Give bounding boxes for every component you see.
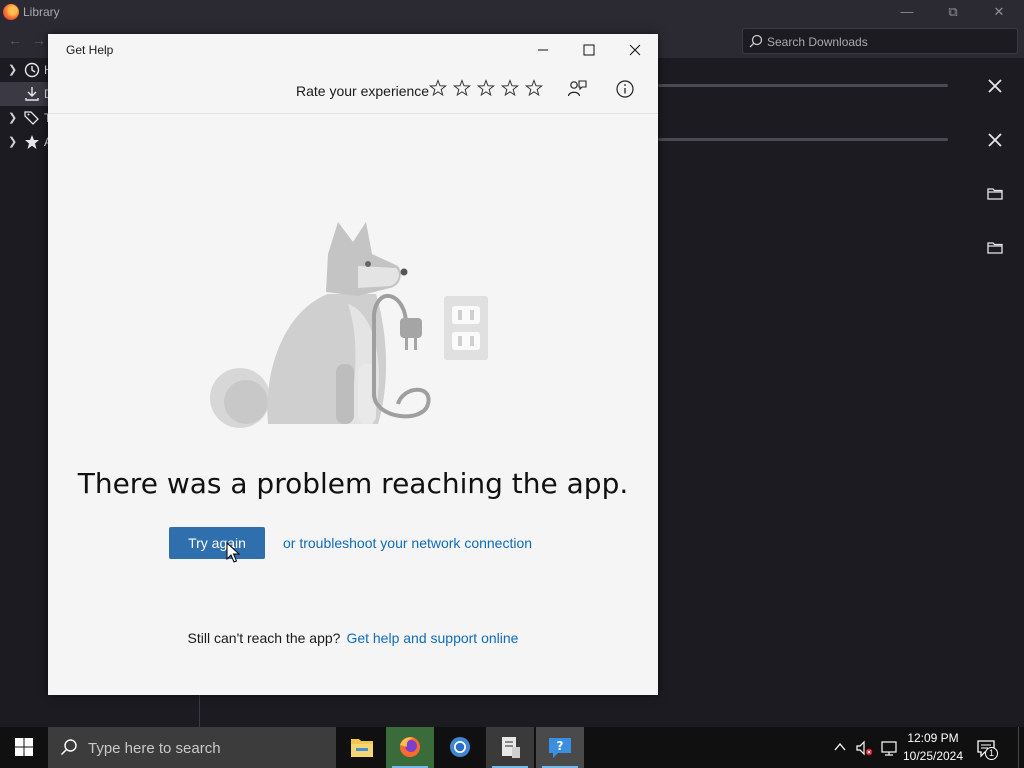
search-icon — [749, 34, 763, 48]
network-icon[interactable] — [880, 739, 898, 757]
rating-star-3-icon[interactable] — [477, 79, 495, 97]
tags-icon — [24, 111, 39, 125]
rate-experience-label: Rate your experience — [296, 83, 430, 99]
downloads-icon — [25, 87, 39, 101]
library-minimize-button[interactable]: — — [884, 2, 930, 22]
info-icon[interactable] — [614, 78, 636, 100]
cancel-download-icon[interactable] — [983, 128, 1007, 152]
get-help-titlebar: Get Help — [48, 34, 658, 66]
get-help-icon: ? — [549, 738, 571, 758]
star-icon — [25, 135, 39, 149]
library-title: Library — [23, 5, 60, 19]
support-row: Still can't reach the app? Get help and s… — [48, 630, 658, 646]
library-close-button[interactable]: ✕ — [976, 2, 1022, 22]
close-button[interactable] — [612, 34, 658, 66]
rating-star-1-icon[interactable] — [429, 79, 447, 97]
document-icon — [502, 737, 520, 758]
history-icon — [24, 62, 40, 78]
feedback-icon[interactable] — [566, 78, 588, 100]
folder-icon[interactable] — [983, 236, 1007, 260]
rating-bar: Rate your experience — [48, 66, 658, 114]
library-restore-button[interactable]: ⧉ — [930, 2, 976, 22]
window-title: Get Help — [66, 43, 114, 57]
chevron-right-icon[interactable]: ❯ — [8, 135, 17, 148]
taskbar: Type here to search ? 12:09 PM 10/25/202… — [0, 727, 1024, 768]
still-cant-reach-label: Still can't reach the app? — [187, 630, 341, 646]
mouse-cursor-icon — [226, 542, 240, 563]
try-again-button[interactable]: Try again — [169, 527, 265, 559]
error-message: There was a problem reaching the app. — [77, 467, 629, 500]
chevron-right-icon[interactable]: ❯ — [8, 111, 17, 124]
get-help-taskbar-button[interactable]: ? — [536, 727, 584, 768]
document-app-taskbar-button[interactable] — [486, 727, 534, 768]
library-titlebar: Library — ⧉ ✕ — [0, 0, 1024, 24]
folder-icon[interactable] — [983, 182, 1007, 206]
chevron-right-icon[interactable]: ❯ — [8, 63, 17, 76]
download-progress-bar — [658, 84, 948, 87]
chrome-taskbar-button[interactable] — [436, 727, 484, 768]
search-icon — [61, 739, 77, 755]
volume-muted-icon[interactable] — [855, 739, 873, 757]
search-downloads-placeholder: Search Downloads — [767, 35, 868, 49]
rating-star-5-icon[interactable] — [525, 79, 543, 97]
firefox-taskbar-button[interactable] — [386, 727, 434, 768]
cancel-download-icon[interactable] — [983, 74, 1007, 98]
taskbar-search-box[interactable]: Type here to search — [48, 727, 336, 768]
firefox-icon — [400, 737, 420, 757]
svg-text:?: ? — [557, 739, 564, 753]
show-desktop-button[interactable] — [1018, 727, 1024, 768]
file-explorer-taskbar-button[interactable] — [338, 727, 386, 768]
file-explorer-icon — [351, 739, 373, 757]
chevron-up-icon[interactable] — [832, 739, 848, 755]
taskbar-search-placeholder: Type here to search — [88, 740, 221, 757]
windows-start-icon[interactable] — [0, 727, 48, 768]
troubleshoot-network-link[interactable]: or troubleshoot your network connection — [283, 535, 532, 551]
dog-unplugged-illustration — [210, 222, 488, 428]
firefox-logo-icon — [3, 4, 19, 20]
minimize-button[interactable] — [520, 34, 566, 66]
download-progress-bar — [658, 138, 948, 141]
back-arrow-icon[interactable]: ← — [8, 32, 22, 48]
get-help-online-link[interactable]: Get help and support online — [346, 630, 518, 646]
chrome-icon — [450, 737, 470, 757]
maximize-button[interactable] — [566, 34, 612, 66]
clock-date[interactable]: 10/25/2024 — [902, 749, 964, 763]
forward-arrow-icon[interactable]: → — [32, 32, 46, 48]
get-help-window: Get Help Rate your experience There was … — [48, 34, 658, 695]
rating-star-4-icon[interactable] — [501, 79, 519, 97]
notification-count-badge: 1 — [985, 747, 998, 760]
rating-star-2-icon[interactable] — [453, 79, 471, 97]
clock-time[interactable]: 12:09 PM — [902, 731, 964, 745]
search-downloads-input[interactable]: Search Downloads — [742, 28, 1018, 54]
